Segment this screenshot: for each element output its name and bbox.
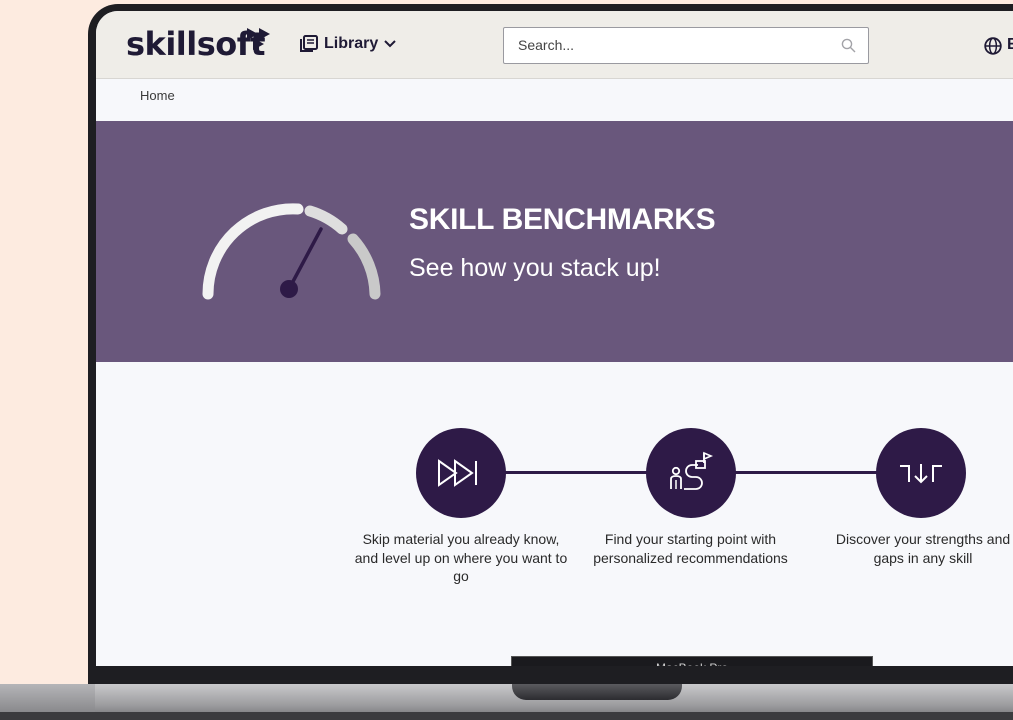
search-input[interactable] xyxy=(516,36,820,54)
hero-title: SKILL BENCHMARKS xyxy=(409,203,716,236)
chevron-down-icon xyxy=(384,40,396,48)
breadcrumb-home[interactable]: Home xyxy=(140,88,175,103)
speedometer-icon xyxy=(202,203,381,300)
hero-subtitle: See how you stack up! xyxy=(409,254,661,282)
step-text-strengths: Discover your strengths and gaps in any … xyxy=(835,531,1011,566)
search-icon[interactable] xyxy=(841,38,856,53)
hero-banner: SKILL BENCHMARKS See how you stack up! xyxy=(96,121,1013,362)
search-box[interactable] xyxy=(503,27,869,64)
laptop-base-shadow xyxy=(0,712,1013,720)
skip-forward-icon xyxy=(416,428,506,518)
globe-icon[interactable] xyxy=(984,37,1002,55)
logo-arrows-icon xyxy=(247,28,270,50)
device-label: MacBook Pro xyxy=(511,656,873,666)
library-menu-button[interactable]: Library xyxy=(300,35,396,53)
language-selector[interactable]: E xyxy=(1007,36,1013,54)
step-text-starting-point: Find your starting point with personaliz… xyxy=(593,531,788,566)
library-icon xyxy=(300,35,318,52)
laptop-hinge xyxy=(512,684,682,700)
browser-screen: skillsoft Library Search... E Home SKILL… xyxy=(96,11,1013,666)
skillsoft-logo[interactable]: skillsoft xyxy=(126,25,265,63)
strengths-gaps-icon xyxy=(876,428,966,518)
library-label: Library xyxy=(324,35,379,52)
top-navigation-bar: skillsoft Library Search... E xyxy=(96,11,1013,79)
starting-point-icon xyxy=(646,428,736,518)
step-text-skip: Skip material you already know, and leve… xyxy=(354,531,568,584)
